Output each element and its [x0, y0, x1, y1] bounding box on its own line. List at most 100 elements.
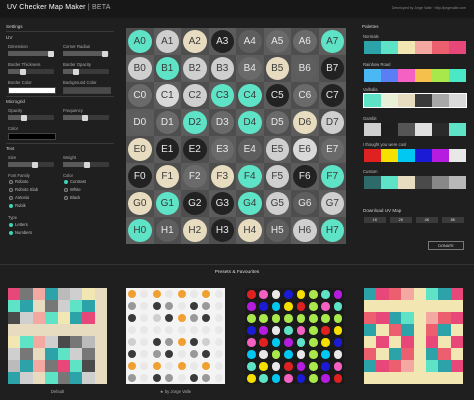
uv-cell: E6 — [291, 136, 319, 163]
uv-cell: H7 — [318, 217, 346, 244]
palette-color — [381, 41, 398, 54]
font-option-roboto[interactable]: Roboto — [9, 179, 29, 184]
preset-tile — [70, 288, 83, 300]
preset-default[interactable] — [8, 288, 108, 384]
preset-tile — [364, 336, 377, 348]
uv-section-title: UV — [6, 35, 13, 40]
preset-dot — [296, 350, 306, 359]
palette-color — [398, 149, 415, 162]
preset-tile — [82, 288, 95, 300]
palette-swatch-bar[interactable] — [364, 123, 466, 136]
text-color-contrast[interactable]: Contrast — [64, 179, 86, 184]
corner-radius-label: Corner Radius — [63, 44, 90, 49]
preset-rainbow-dots[interactable] — [245, 288, 344, 384]
slider-knob[interactable] — [73, 68, 79, 75]
preset-dot — [284, 290, 293, 299]
radio-dot — [9, 195, 13, 200]
palette-swatch-bar[interactable] — [364, 149, 466, 162]
uv-cell-circle: F1 — [155, 165, 179, 188]
download-1k-button[interactable]: 1K — [364, 217, 386, 223]
corner-radius-slider[interactable] — [63, 50, 109, 57]
uv-cell-label: D2 — [188, 117, 202, 128]
uv-cell-circle: D7 — [320, 111, 344, 134]
checkbox-on — [9, 230, 13, 235]
preset-dot — [177, 338, 186, 346]
text-size-slider[interactable] — [8, 161, 54, 168]
uv-cell-label: G1 — [160, 198, 174, 209]
preset-dot — [214, 290, 223, 298]
preset-tile — [401, 348, 414, 360]
preset-tile — [32, 324, 46, 336]
preset-tile — [376, 288, 389, 300]
uv-cell-circle: B4 — [238, 57, 262, 80]
preset-tile — [45, 324, 58, 336]
slider-knob[interactable] — [48, 50, 54, 57]
microgrid-opacity-slider[interactable] — [8, 114, 54, 121]
microgrid-color-swatch[interactable] — [8, 133, 56, 140]
preset-dot — [247, 374, 256, 383]
border-opacity-slider[interactable] — [63, 68, 109, 75]
uv-cell: H5 — [263, 217, 291, 244]
uv-cell-circle: E1 — [155, 138, 179, 161]
download-8k-button[interactable]: 8K — [442, 217, 464, 223]
preset-tile — [438, 324, 451, 336]
text-color-black[interactable]: Black — [64, 195, 80, 200]
palette-swatch-bar[interactable] — [364, 69, 466, 82]
preset-tile — [364, 360, 377, 372]
preset-dot — [247, 338, 256, 347]
uv-cell-circle: G0 — [128, 192, 152, 215]
app-title: UV Checker Map Maker | BETA — [7, 4, 111, 11]
slider-knob[interactable] — [82, 114, 88, 121]
background-color-swatch[interactable] — [63, 87, 111, 94]
donate-button[interactable]: DONATE — [428, 241, 464, 250]
download-4k-button[interactable]: 4K — [416, 217, 438, 223]
uv-cell-label: G3 — [215, 198, 229, 209]
preset-tile — [401, 288, 414, 300]
slider-knob[interactable] — [102, 50, 108, 57]
preset-dot — [140, 290, 149, 298]
preset-normals[interactable] — [364, 288, 464, 384]
preset-dot — [214, 338, 223, 346]
preset-jorge-valle[interactable] — [126, 288, 225, 384]
uv-cell: G2 — [181, 190, 209, 217]
preset-tile — [364, 300, 377, 312]
uv-cell-circle: C6 — [293, 84, 317, 107]
font-option-antonio[interactable]: Antonio — [9, 195, 29, 200]
download-2k-button[interactable]: 2K — [390, 217, 412, 223]
slider-knob[interactable] — [21, 114, 27, 121]
border-color-swatch[interactable] — [8, 87, 56, 94]
uv-cell: C6 — [291, 82, 319, 109]
font-option-rubik[interactable]: Rubik — [9, 203, 26, 208]
palette-swatch-bar[interactable] — [363, 93, 467, 108]
slider-knob[interactable] — [20, 68, 26, 75]
palette-swatch-bar[interactable] — [364, 176, 466, 189]
uv-cell: C1 — [153, 82, 181, 109]
preset-dot — [271, 314, 281, 323]
preset-dot — [214, 362, 223, 370]
palette-swatch-bar[interactable] — [364, 41, 466, 54]
text-color-white[interactable]: White — [64, 187, 81, 192]
text-weight-slider[interactable] — [63, 161, 109, 168]
type-numbers-checkbox[interactable]: Numbers — [9, 230, 32, 235]
preset-tile — [45, 300, 58, 312]
uv-cell: C5 — [263, 82, 291, 109]
preset-tile — [376, 360, 389, 372]
uv-cell: F2 — [181, 163, 209, 190]
preset-dot — [321, 338, 330, 347]
uv-cell-label: D7 — [325, 117, 339, 128]
slider-knob[interactable] — [84, 161, 90, 168]
type-letters-checkbox[interactable]: Letters — [9, 222, 28, 227]
preset-dot — [202, 374, 211, 382]
preset-tile — [82, 300, 95, 312]
slider-knob[interactable] — [32, 161, 38, 168]
uv-cell-circle: B6 — [293, 57, 317, 80]
uv-cell: F5 — [263, 163, 291, 190]
microgrid-frequency-slider[interactable] — [63, 114, 109, 121]
preset-dot — [128, 338, 136, 346]
beta-badge: BETA — [92, 4, 111, 11]
font-option-roboto-slab[interactable]: Roboto Slab — [9, 187, 38, 192]
dimension-slider[interactable] — [8, 50, 54, 57]
uv-cell-circle: F5 — [265, 165, 289, 188]
credits-link[interactable]: Developed by Jorge Valle · http://jorgev… — [392, 6, 466, 10]
border-thickness-slider[interactable] — [8, 68, 54, 75]
